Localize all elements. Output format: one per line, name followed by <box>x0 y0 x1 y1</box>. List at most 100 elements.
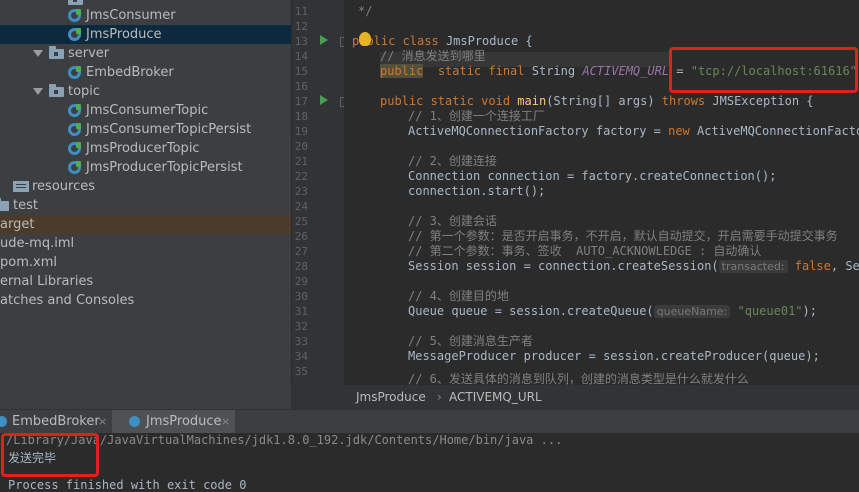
class-name: JmsProduce { <box>445 34 533 48</box>
tree-item-jmsconsumertopicpersist[interactable]: JmsConsumerTopicPersist <box>0 120 291 139</box>
java-class-icon <box>68 161 81 174</box>
breadcrumb-separator-icon: › <box>437 390 442 404</box>
code-editor[interactable]: */ public class JmsProduce { // 消息发送到哪里 … <box>344 0 859 385</box>
line-number: 18 <box>294 110 308 123</box>
tree-item-pom[interactable]: pom.xml <box>0 253 291 272</box>
run-tabs: EmbedBroker × JmsProduce × <box>0 409 859 434</box>
line-number: 27 <box>294 245 308 258</box>
tree-item-iml[interactable]: ude-mq.iml <box>0 234 291 253</box>
tree-item-server[interactable]: server <box>0 44 291 63</box>
line-number: 33 <box>294 335 308 348</box>
tree-item-jmsconsumer[interactable]: JmsConsumer <box>0 6 291 25</box>
line-number: 28 <box>294 260 308 273</box>
run-console[interactable]: /Library/Java/JavaVirtualMachines/jdk1.8… <box>0 433 859 492</box>
run-class-icon[interactable] <box>320 35 328 45</box>
package-folder-icon <box>49 46 64 59</box>
line-number: 12 <box>294 20 308 33</box>
tree-item-jmsproduce[interactable]: JmsProduce <box>0 25 291 44</box>
tab-jmsproduce[interactable]: JmsProduce × <box>112 410 235 434</box>
tree-item-embedbroker[interactable]: EmbedBroker <box>0 63 291 82</box>
tree-item-label: test <box>13 198 38 213</box>
code-line-17: public static void main(String[] args) t… <box>380 94 814 109</box>
params: (String[] args) <box>546 94 655 108</box>
editor-gutter: 11 12 13 14 15 16 17 18 19 20 21 22 23 2… <box>291 0 344 385</box>
code-line-27: // 第二个参数：事务、签收 AUTO_ACKNOWLEDGE : 自动确认 <box>408 244 762 258</box>
code-line-28: Session session = connection.createSessi… <box>408 259 859 274</box>
run-main-icon[interactable] <box>320 95 328 105</box>
tree-item-label: JmsConsumerTopic <box>86 103 209 118</box>
code-line-26: // 第一个参数：是否开启事务，不开启，默认自动提交，开启需要手动提交事务 <box>408 229 838 243</box>
tree-item-scratches[interactable]: atches and Consoles <box>0 291 291 310</box>
string: "queue01" <box>730 304 803 318</box>
run-config-icon <box>129 416 140 427</box>
code-line-13: public class JmsProduce { <box>352 34 533 49</box>
console-exit-message: Process finished with exit code 0 <box>8 478 247 492</box>
tree-item-resources[interactable]: resources <box>0 177 291 196</box>
java-class-icon <box>68 28 81 41</box>
line-number: 22 <box>294 170 308 183</box>
java-class-icon <box>68 104 81 117</box>
tree-item-jmsproducertopicpersist[interactable]: JmsProducerTopicPersist <box>0 158 291 177</box>
parameter-hint: queueName: <box>653 305 731 318</box>
tree-item-jmsconsumertopic[interactable]: JmsConsumerTopic <box>0 101 291 120</box>
code-text: ); <box>802 304 817 318</box>
keyword: throws <box>661 94 706 108</box>
parameter-hint: transacted: <box>718 260 788 273</box>
method-name: main <box>517 94 547 108</box>
code-line-25: // 3、创建会话 <box>408 214 497 228</box>
line-number: 26 <box>294 230 308 243</box>
tree-item-topic[interactable]: topic <box>0 82 291 101</box>
code-line-33: // 5、创建消息生产者 <box>408 334 533 348</box>
tree-item-jmsproducertopic[interactable]: JmsProducerTopic <box>0 139 291 158</box>
close-icon[interactable]: × <box>98 410 107 434</box>
code-text: , Sess <box>830 259 859 273</box>
java-class-icon <box>68 9 81 22</box>
code-line-11: */ <box>358 4 373 18</box>
tree-item-label: topic <box>68 84 101 99</box>
line-number: 17 <box>294 95 308 108</box>
tab-embedbroker[interactable]: EmbedBroker × <box>0 410 112 434</box>
project-tree: JmsConsumer JmsProduce server EmbedBroke… <box>0 0 291 409</box>
code-line-14: // 消息发送到哪里 <box>380 49 486 63</box>
line-number: 31 <box>294 305 308 318</box>
operator: = <box>669 64 691 78</box>
tree-item-test[interactable]: test <box>0 196 291 215</box>
breadcrumb-field[interactable]: ACTIVEMQ_URL <box>449 390 542 404</box>
line-number: 24 <box>294 200 308 213</box>
line-number: 14 <box>294 50 308 63</box>
line-number: 35 <box>294 365 308 378</box>
tree-item-external-libraries[interactable]: ernal Libraries <box>0 272 291 291</box>
tree-item-label: JmsProducerTopic <box>86 141 200 156</box>
code-text: Session session = connection.createSessi… <box>408 259 719 273</box>
expand-arrow-icon[interactable] <box>33 88 43 95</box>
tab-label: EmbedBroker <box>12 414 100 429</box>
close-icon[interactable]: × <box>221 410 230 434</box>
tree-item-label: JmsConsumerTopicPersist <box>86 122 252 137</box>
tree-item-target[interactable]: arget <box>0 215 291 234</box>
tree-item-label: JmsProduce <box>86 27 162 42</box>
keyword: public static void <box>380 94 511 108</box>
expand-arrow-icon[interactable] <box>33 50 43 57</box>
line-number: 25 <box>294 215 308 228</box>
line-number: 15 <box>294 65 308 78</box>
line-number: 16 <box>294 80 308 93</box>
keyword: static final <box>437 64 525 78</box>
line-number: 34 <box>294 350 308 363</box>
lightbulb-icon[interactable] <box>359 32 371 46</box>
keyword: new <box>668 124 690 138</box>
java-class-icon <box>68 142 81 155</box>
console-command: /Library/Java/JavaVirtualMachines/jdk1.8… <box>6 433 563 447</box>
code-line-18: // 1、创建一个连接工厂 <box>408 109 545 123</box>
tree-item-label: server <box>68 46 110 61</box>
tab-label: JmsProduce <box>146 414 222 429</box>
code-line-23: connection.start(); <box>408 184 546 198</box>
code-line-15: public static final String ACTIVEMQ_URL … <box>380 64 859 79</box>
tree-item-label: pom.xml <box>0 255 57 270</box>
line-number: 11 <box>294 5 308 18</box>
keyword: false <box>787 259 831 273</box>
line-number: 29 <box>294 275 308 288</box>
folder-icon <box>0 198 9 211</box>
code-line-30: // 4、创建目的地 <box>408 289 509 303</box>
breadcrumb-class[interactable]: JmsProduce <box>356 390 426 404</box>
tree-item-label: atches and Consoles <box>0 293 135 308</box>
